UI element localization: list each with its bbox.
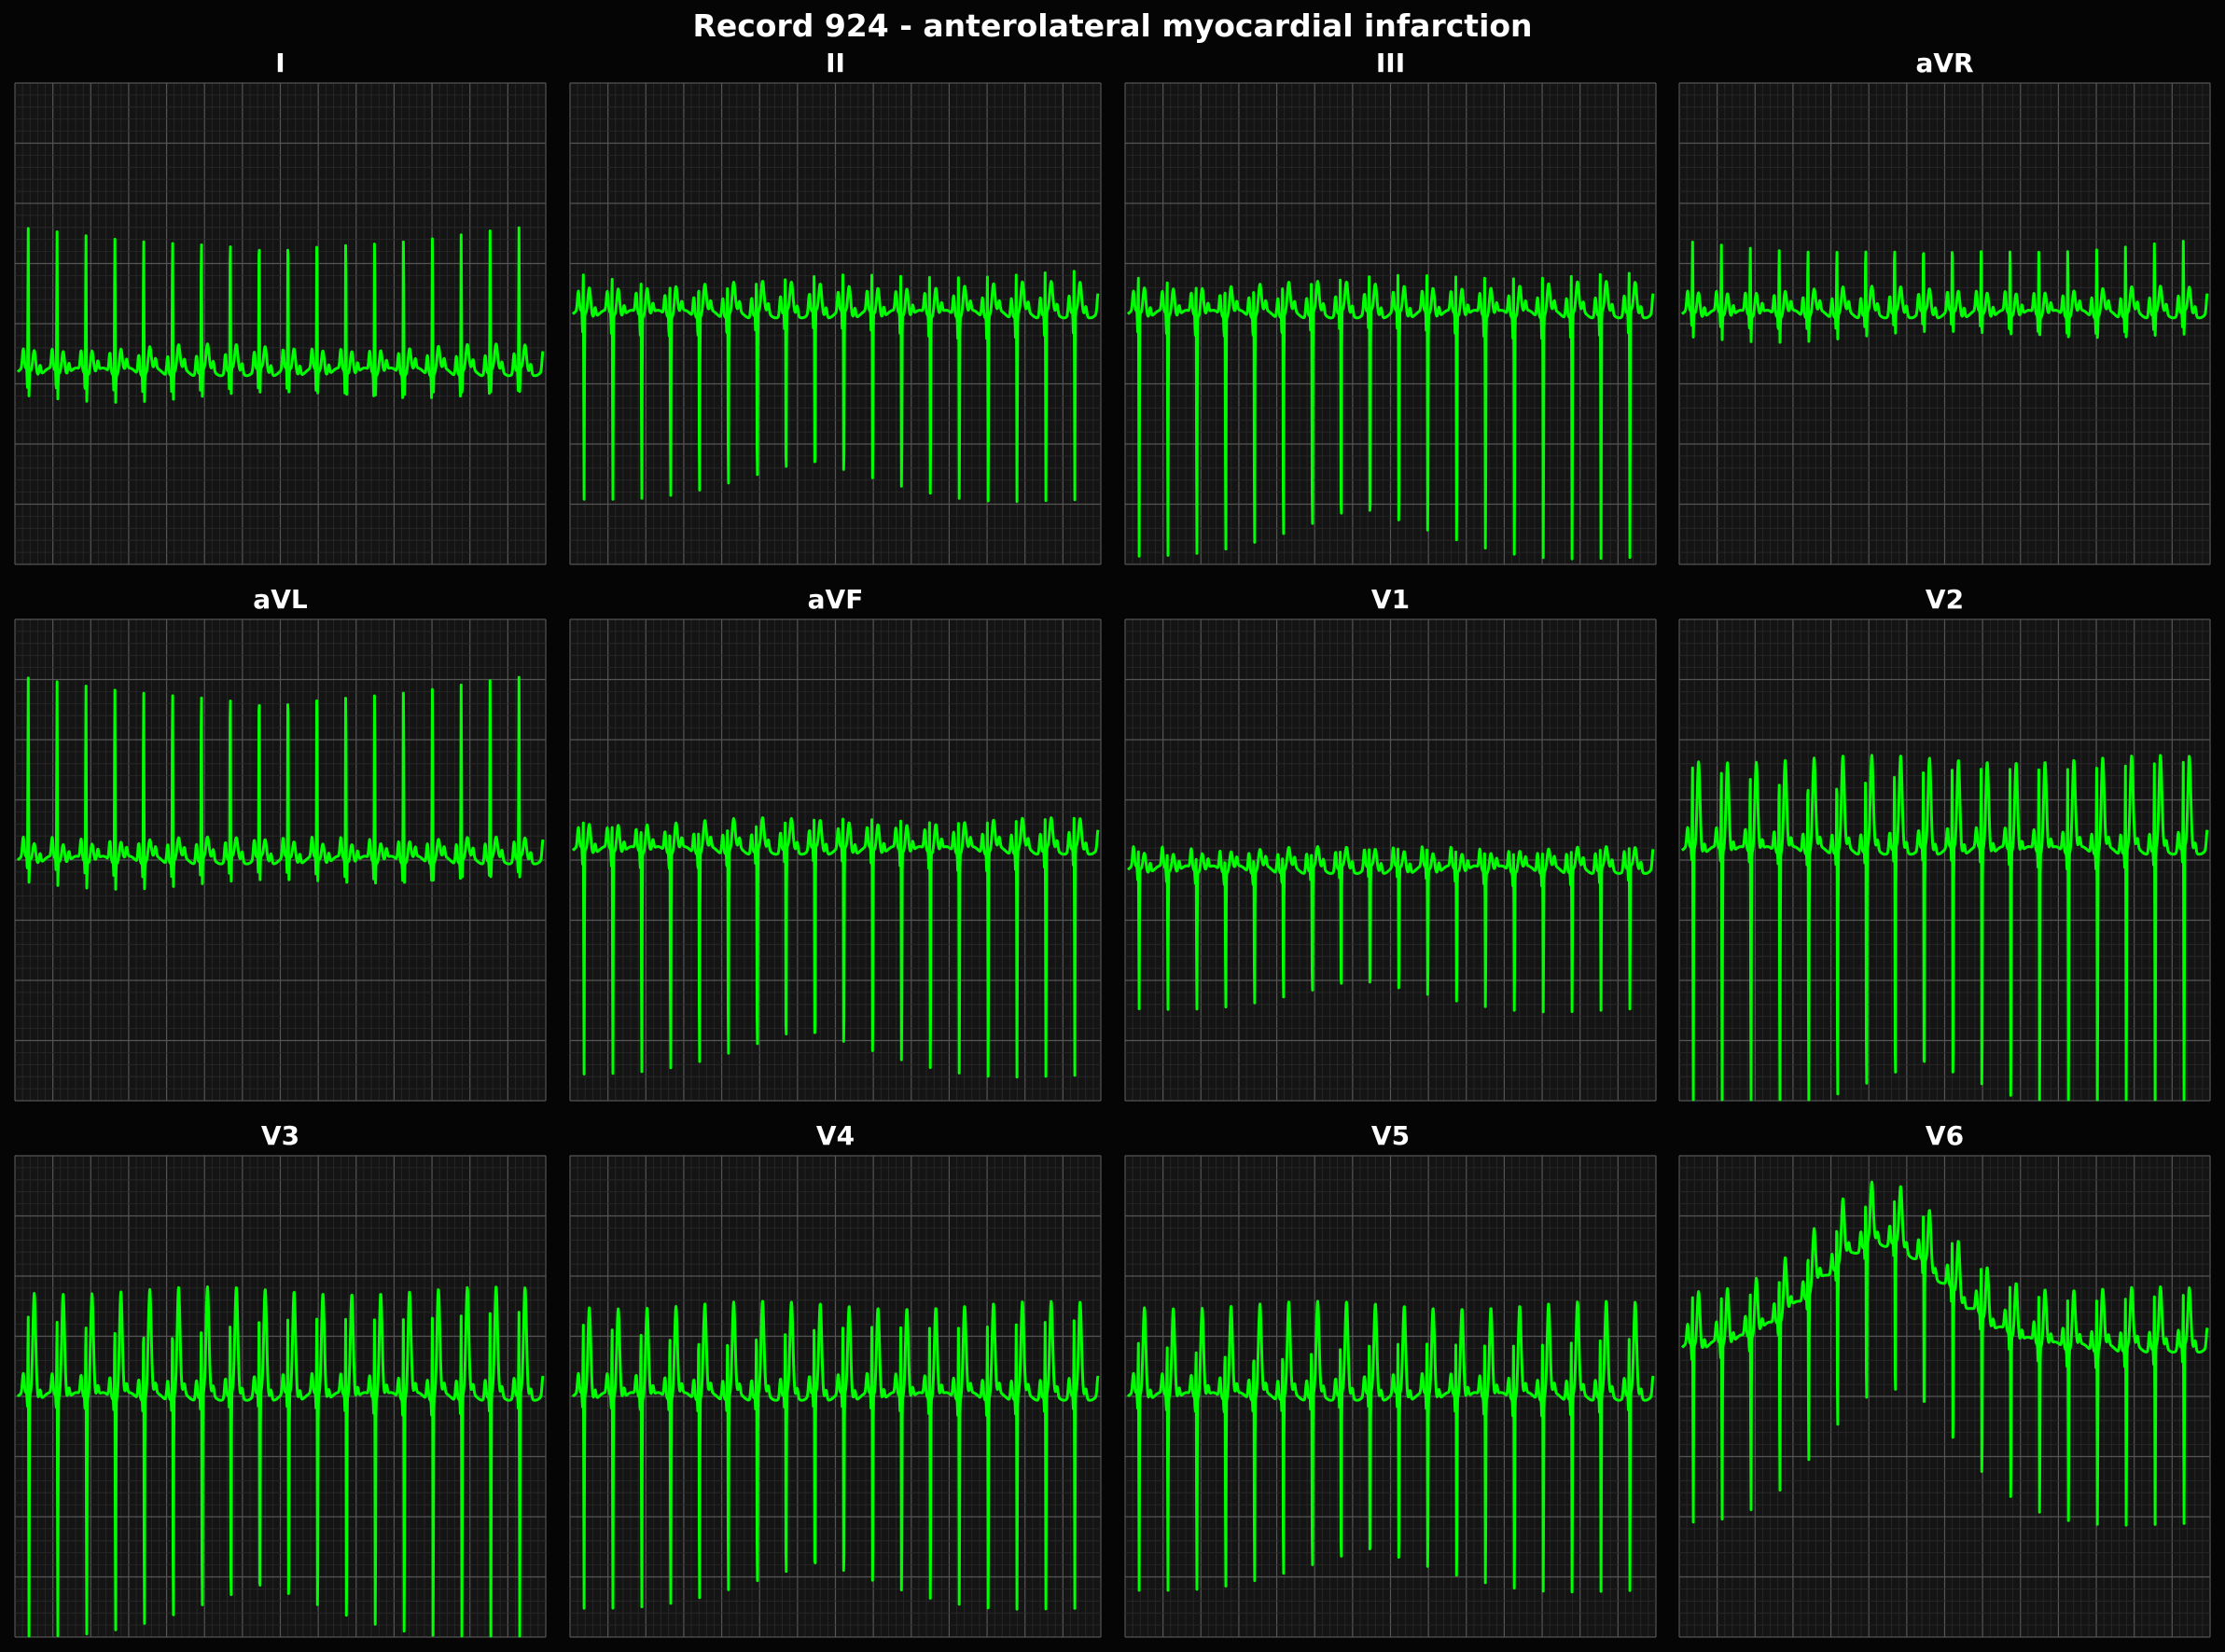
- lead-title: aVF: [808, 584, 864, 615]
- ecg-grid: [1124, 82, 1657, 565]
- ecg-grid: [569, 82, 1102, 565]
- ecg-grid: [1678, 82, 2211, 565]
- lead-title: V2: [1926, 584, 1964, 615]
- lead-panel-III: III: [1124, 48, 1657, 565]
- lead-panel-V2: V2: [1678, 584, 2211, 1102]
- lead-panel-V3: V3: [14, 1120, 547, 1638]
- ecg-chart: I II III aVRaVL aVF V1 V2V3 V4 V5 V6: [14, 48, 2211, 1638]
- lead-panel-aVR: aVR: [1678, 48, 2211, 565]
- lead-panel-V1: V1: [1124, 584, 1657, 1102]
- ecg-grid: [14, 82, 547, 565]
- lead-title: V5: [1371, 1120, 1410, 1151]
- lead-panel-aVF: aVF: [569, 584, 1102, 1102]
- lead-panel-aVL: aVL: [14, 584, 547, 1102]
- lead-title: I: [275, 48, 285, 78]
- lead-title: V1: [1371, 584, 1410, 615]
- lead-panel-V5: V5: [1124, 1120, 1657, 1638]
- ecg-grid: [1678, 1155, 2211, 1638]
- lead-panel-V6: V6: [1678, 1120, 2211, 1638]
- lead-title: aVR: [1915, 48, 1973, 78]
- lead-panel-II: II: [569, 48, 1102, 565]
- ecg-grid: [1678, 618, 2211, 1102]
- lead-title: aVL: [253, 584, 308, 615]
- ecg-grid: [569, 618, 1102, 1102]
- lead-title: V4: [816, 1120, 855, 1151]
- lead-title: V6: [1926, 1120, 1964, 1151]
- lead-panel-I: I: [14, 48, 547, 565]
- lead-panel-V4: V4: [569, 1120, 1102, 1638]
- lead-title: III: [1376, 48, 1405, 78]
- lead-title: V3: [261, 1120, 299, 1151]
- lead-title: II: [826, 48, 845, 78]
